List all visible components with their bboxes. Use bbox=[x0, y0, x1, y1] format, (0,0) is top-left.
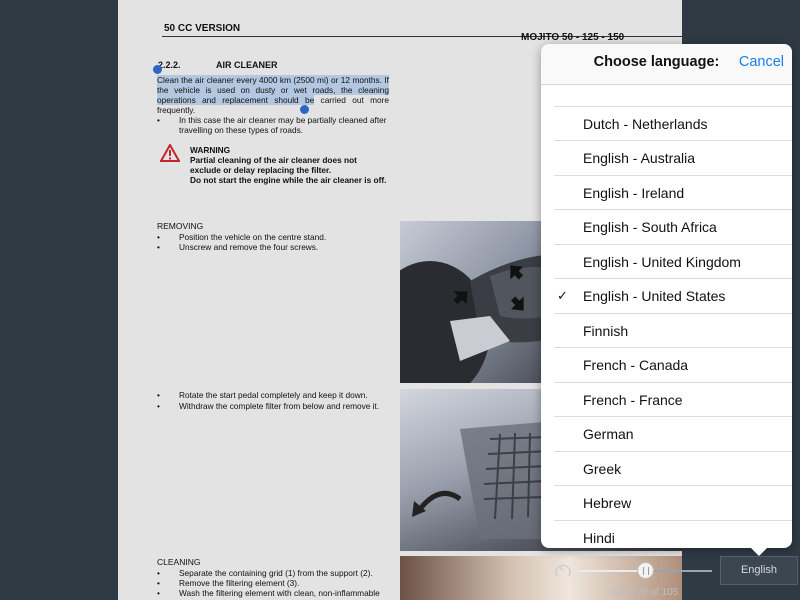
bullet-dot: • bbox=[157, 568, 160, 578]
list-item-text: Separate the containing grid (1) from th… bbox=[179, 568, 373, 578]
grip-icon bbox=[643, 567, 649, 575]
speedometer-icon[interactable] bbox=[554, 562, 572, 580]
warning-block: WARNING Partial cleaning of the air clea… bbox=[190, 145, 389, 185]
list-item-text: Remove the filtering element (3). bbox=[179, 578, 300, 588]
cancel-button[interactable]: Cancel bbox=[739, 54, 784, 70]
language-row[interactable] bbox=[554, 85, 792, 107]
warning-text: Do not start the engine while the air cl… bbox=[190, 175, 387, 185]
list-item-text: Rotate the start pedal completely and ke… bbox=[179, 390, 368, 400]
language-row[interactable]: French - Canada bbox=[554, 348, 792, 383]
popover-arrow bbox=[750, 547, 768, 556]
warning-title: WARNING bbox=[190, 145, 231, 155]
list-item-text: In this case the air cleaner may be part… bbox=[179, 115, 387, 136]
list-item-text: Withdraw the complete filter from below … bbox=[179, 401, 380, 411]
page-indicator: page 29 of 105 bbox=[611, 587, 679, 598]
list-item: • In this case the air cleaner may be pa… bbox=[157, 115, 389, 135]
bullet-dot: • bbox=[157, 115, 160, 125]
list-item-text: Unscrew and remove the four screws. bbox=[179, 242, 319, 252]
document-header-right: MOJITO 50 - 125 - 150 bbox=[521, 32, 625, 43]
removing-heading: REMOVING bbox=[157, 221, 204, 231]
language-row[interactable]: Finnish bbox=[554, 314, 792, 348]
section-title: AIR CLEANER bbox=[216, 60, 278, 70]
selection-start-handle[interactable] bbox=[153, 65, 162, 74]
list-item: • Withdraw the complete filter from belo… bbox=[157, 401, 389, 411]
language-label: French - Canada bbox=[583, 357, 689, 373]
cleaning-heading: CLEANING bbox=[157, 557, 201, 567]
language-row[interactable]: ✓ English - United States bbox=[554, 279, 792, 314]
language-list[interactable]: Dutch - Netherlands English - Australia En… bbox=[541, 85, 792, 548]
language-row[interactable]: Hindi bbox=[554, 521, 792, 549]
language-label: German bbox=[583, 426, 634, 442]
document-header-left: 50 CC VERSION bbox=[164, 23, 241, 34]
language-button[interactable]: English bbox=[720, 556, 798, 585]
bullet-dot: • bbox=[157, 588, 160, 598]
language-row[interactable]: Dutch - Netherlands bbox=[554, 107, 792, 141]
language-label: French - France bbox=[583, 391, 683, 408]
page-slider-knob[interactable] bbox=[637, 562, 654, 579]
popover-header: Choose language: Cancel bbox=[541, 44, 792, 85]
language-label: English - South Africa bbox=[583, 219, 717, 235]
bullet-dot: • bbox=[157, 578, 160, 588]
language-row[interactable]: English - United Kingdom bbox=[554, 245, 792, 279]
language-row[interactable]: Greek bbox=[554, 452, 792, 486]
language-row[interactable]: French - France bbox=[554, 383, 792, 417]
list-item: • Wash the filtering element with clean,… bbox=[157, 588, 389, 598]
language-label: Finnish bbox=[583, 322, 629, 339]
language-label: English - United States bbox=[583, 288, 726, 304]
warning-text: Partial cleaning of the air cleaner does… bbox=[190, 155, 357, 175]
language-row[interactable]: Hebrew bbox=[554, 486, 792, 521]
bullet-dot: • bbox=[157, 401, 160, 411]
language-label: English - United Kingdom bbox=[583, 253, 741, 270]
list-item: • Separate the containing grid (1) from … bbox=[157, 568, 389, 578]
checkmark-icon: ✓ bbox=[557, 288, 568, 303]
list-item: • Unscrew and remove the four screws. bbox=[157, 242, 389, 252]
language-label: Hebrew bbox=[583, 495, 632, 511]
language-label: Greek bbox=[583, 460, 622, 477]
selection-end-handle[interactable] bbox=[300, 105, 309, 114]
bullet-dot: • bbox=[157, 242, 160, 252]
list-item: • Rotate the start pedal completely and … bbox=[157, 390, 389, 400]
language-label: English - Ireland bbox=[583, 184, 685, 201]
list-item: • Position the vehicle on the centre sta… bbox=[157, 232, 389, 242]
bullet-dot: • bbox=[157, 232, 160, 242]
warning-icon bbox=[160, 144, 180, 162]
language-label: Dutch - Netherlands bbox=[583, 115, 708, 132]
page-slider-fill bbox=[578, 570, 645, 572]
language-row[interactable]: English - South Africa bbox=[554, 210, 792, 245]
list-item-text: Position the vehicle on the centre stand… bbox=[179, 232, 327, 242]
language-row[interactable]: English - Australia bbox=[554, 141, 792, 176]
language-row[interactable]: German bbox=[554, 417, 792, 452]
intro-paragraph[interactable]: Clean the air cleaner every 4000 km (250… bbox=[157, 75, 389, 115]
list-item: • Remove the filtering element (3). bbox=[157, 578, 389, 588]
list-item-text: Wash the filtering element with clean, n… bbox=[179, 588, 380, 598]
bullet-dot: • bbox=[157, 390, 160, 400]
language-label: English - Australia bbox=[583, 150, 696, 166]
language-row[interactable]: English - Ireland bbox=[554, 176, 792, 210]
language-label: Hindi bbox=[583, 529, 615, 546]
language-picker-popover: Choose language: Cancel Dutch - Netherla… bbox=[541, 44, 792, 548]
